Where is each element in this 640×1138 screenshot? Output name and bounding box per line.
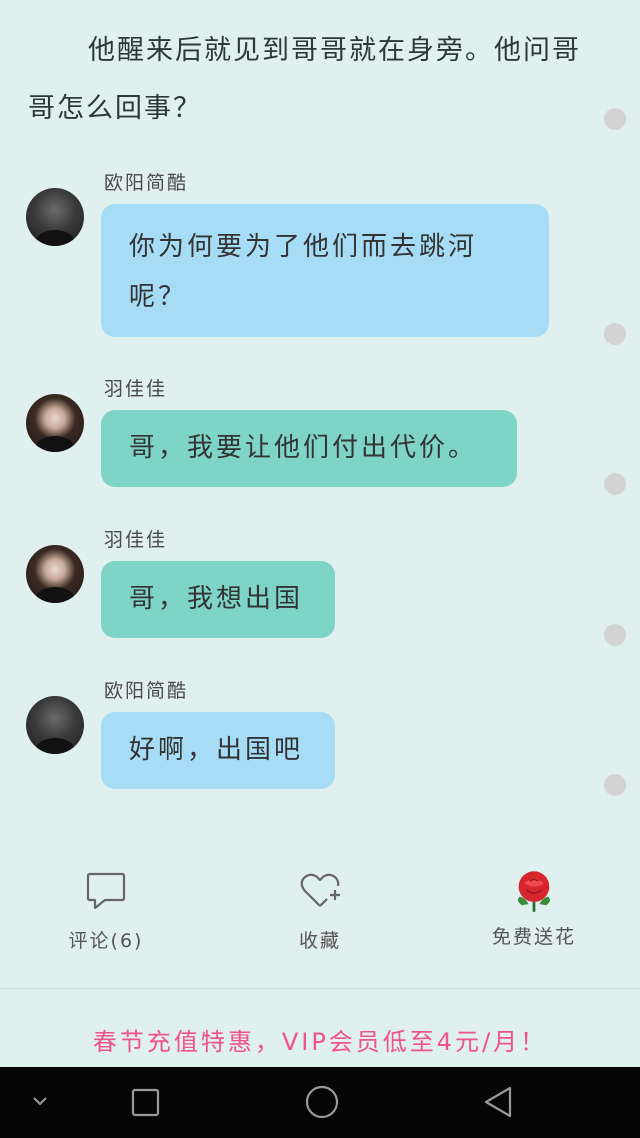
sender-name: 羽佳佳 (104, 529, 168, 551)
avatar[interactable] (26, 188, 84, 246)
recent-apps-icon (131, 1088, 160, 1117)
avatar[interactable] (26, 696, 84, 754)
send-flower-button[interactable]: 免费送花 (464, 858, 604, 949)
avatar[interactable] (26, 545, 84, 603)
back-icon (484, 1086, 512, 1118)
comment-bubble-icon (86, 872, 126, 910)
sender-name: 羽佳佳 (104, 378, 168, 400)
sender-name: 欧阳简酷 (104, 680, 189, 702)
nav-home-button[interactable] (295, 1067, 349, 1138)
favorite-button[interactable]: 收藏 (250, 858, 390, 953)
sender-name: 欧阳简酷 (104, 172, 189, 194)
send-flower-label: 免费送花 (491, 926, 576, 948)
divider (0, 988, 640, 989)
message-bubble: 哥，我想出国 (101, 561, 335, 638)
nav-recent-apps-button[interactable] (120, 1067, 170, 1138)
system-nav-bar (0, 1067, 640, 1138)
rose-icon (518, 871, 550, 912)
heart-plus-icon (300, 873, 340, 907)
paragraph-comment-dot[interactable] (604, 774, 626, 796)
favorite-label: 收藏 (298, 930, 341, 952)
action-bar: 评论(6) 收藏 免费送花 (0, 858, 640, 978)
paragraph-comment-dot[interactable] (604, 473, 626, 495)
comment-button[interactable]: 评论(6) (36, 858, 176, 953)
chevron-down-icon (33, 1097, 47, 1106)
message-bubble: 你为何要为了他们而去跳河呢？ (101, 204, 549, 337)
comment-label: 评论(6) (68, 930, 144, 952)
vip-promo-link[interactable]: 春节充值特惠，VIP会员低至4元/月！ (0, 1022, 640, 1057)
home-icon (305, 1085, 339, 1119)
paragraph-comment-dot[interactable] (604, 323, 626, 345)
story-narration: 他醒来后就见到哥哥就在身旁。他问哥哥怎么回事？ (28, 35, 581, 124)
nav-back-button[interactable] (472, 1067, 526, 1138)
nav-collapse-button[interactable] (20, 1067, 60, 1138)
paragraph-comment-dot[interactable] (604, 624, 626, 646)
paragraph-comment-dot[interactable] (604, 108, 626, 130)
message-bubble: 哥，我要让他们付出代价。 (101, 410, 517, 487)
avatar[interactable] (26, 394, 84, 452)
message-bubble: 好啊，出国吧 (101, 712, 335, 789)
